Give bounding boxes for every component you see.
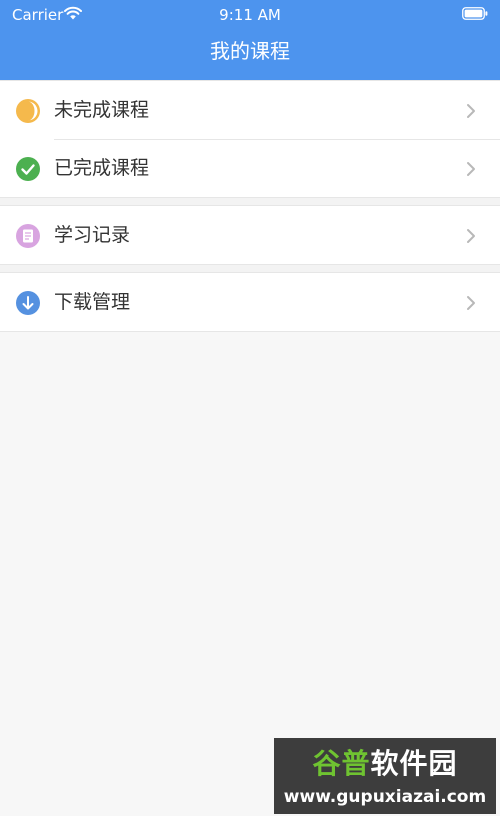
page-title: 我的课程 bbox=[210, 39, 290, 63]
menu-item-label: 学习记录 bbox=[54, 224, 131, 246]
watermark-title-part2: 软件园 bbox=[370, 747, 458, 780]
group-divider bbox=[0, 265, 500, 272]
menu-item-completed-courses[interactable]: 已完成课程 bbox=[0, 139, 500, 197]
watermark-title-part1: 谷普 bbox=[312, 747, 371, 780]
chevron-right-icon bbox=[467, 296, 475, 310]
watermark: 谷普软件园 www.gupuxiazai.com bbox=[274, 738, 496, 814]
menu-list: 未完成课程 已完成课程 学习记录 下载管理 bbox=[0, 80, 500, 816]
menu-group-downloads: 下载管理 bbox=[0, 272, 500, 332]
document-icon bbox=[16, 224, 40, 248]
menu-item-unfinished-courses[interactable]: 未完成课程 bbox=[0, 81, 500, 139]
menu-item-label: 已完成课程 bbox=[54, 157, 150, 179]
menu-group-courses: 未完成课程 已完成课程 bbox=[0, 80, 500, 198]
group-divider bbox=[0, 198, 500, 205]
half-moon-icon bbox=[16, 99, 40, 123]
status-time: 9:11 AM bbox=[219, 6, 281, 24]
watermark-url: www.gupuxiazai.com bbox=[283, 787, 487, 807]
download-icon bbox=[16, 291, 40, 315]
status-bar: Carrier 9:11 AM bbox=[0, 0, 500, 30]
chevron-right-icon bbox=[467, 229, 475, 243]
battery-icon bbox=[462, 7, 488, 20]
check-circle-icon bbox=[16, 157, 40, 181]
chevron-right-icon bbox=[467, 162, 475, 176]
watermark-title: 谷普软件园 bbox=[274, 744, 496, 784]
menu-item-download-manager[interactable]: 下载管理 bbox=[0, 273, 500, 331]
menu-item-label: 未完成课程 bbox=[54, 99, 150, 121]
menu-item-label: 下载管理 bbox=[54, 291, 131, 313]
header: Carrier 9:11 AM 我的课程 bbox=[0, 0, 500, 80]
chevron-right-icon bbox=[467, 104, 475, 118]
menu-item-study-records[interactable]: 学习记录 bbox=[0, 206, 500, 264]
menu-group-records: 学习记录 bbox=[0, 205, 500, 265]
